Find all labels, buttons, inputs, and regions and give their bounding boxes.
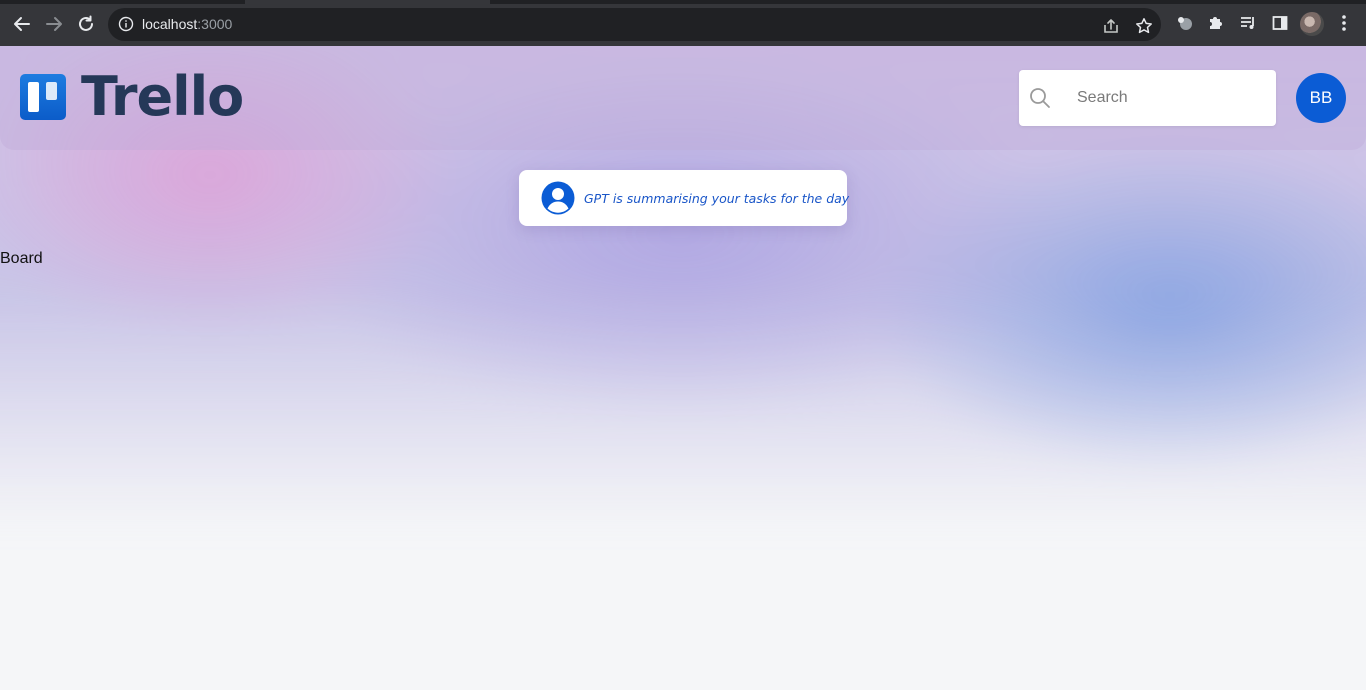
search-form[interactable] [1019,70,1276,126]
tab-strip [0,0,1366,4]
summary-text: GPT is summarising your tasks for the da… [584,190,850,206]
media-controls-button[interactable] [1238,13,1258,33]
bookmark-button[interactable] [1134,16,1154,36]
extension-logo-icon [1178,17,1192,30]
reload-icon [79,15,93,31]
forward-button[interactable] [42,12,66,36]
reload-button[interactable] [74,12,98,36]
playlist-icon [1241,17,1254,29]
more-vertical-icon [1342,15,1346,31]
browser-menu-button[interactable] [1334,13,1354,33]
gpt-summary-card: GPT is summarising your tasks for the da… [519,170,850,226]
user-circle-icon [541,181,575,215]
trello-logo[interactable]: Trello [20,65,244,128]
trello-board-icon [20,74,66,120]
user-avatar[interactable]: BB [1296,73,1346,123]
app-header: Trello BB [0,46,1366,150]
url-port: :3000 [197,16,233,32]
side-panel-button[interactable] [1270,13,1290,33]
info-icon[interactable] [118,16,134,32]
share-button[interactable] [1101,16,1121,36]
extensions-button[interactable] [1206,13,1226,33]
url-host: localhost [142,16,198,32]
profile-avatar[interactable] [1300,12,1324,36]
active-tab[interactable] [245,0,490,4]
logo-text: Trello [81,65,244,128]
url-text[interactable]: localhost:3000 [142,16,232,32]
extension-button[interactable] [1174,13,1194,33]
share-icon [1104,19,1118,33]
arrow-left-icon [14,17,30,31]
board-label: Board [0,250,43,267]
star-icon [1136,18,1152,34]
back-button[interactable] [10,12,34,36]
search-icon [1030,88,1050,108]
arrow-right-icon [46,17,62,31]
side-panel-icon [1272,16,1288,30]
puzzle-icon [1210,17,1222,29]
app-page: Trello BB GPT is summarising your tasks … [0,46,1366,690]
address-bar[interactable]: localhost:3000 [108,8,1161,41]
search-input[interactable] [1077,86,1267,110]
browser-toolbar: localhost:3000 [0,0,1366,46]
